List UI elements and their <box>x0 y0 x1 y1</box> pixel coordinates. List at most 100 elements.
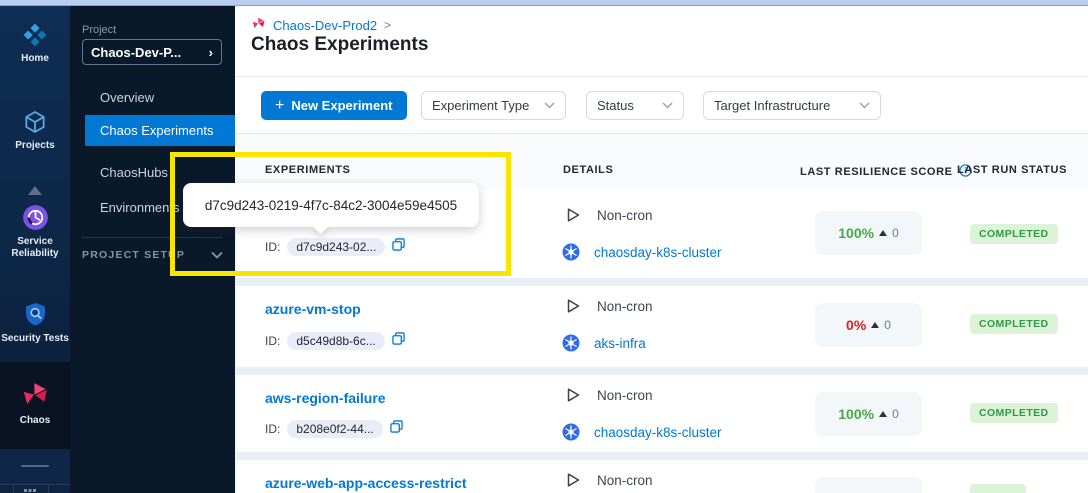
chevron-down-icon <box>662 102 673 109</box>
play-icon <box>565 387 581 403</box>
score-value: 100% <box>838 406 874 422</box>
title-divider <box>235 76 1088 77</box>
experiment-id-line: ID: d7c9d243-02... <box>265 238 405 256</box>
table-row[interactable]: azure-web-app-access-restrict Non-cron <box>236 460 1088 493</box>
rail-divider <box>21 465 49 467</box>
project-setup-toggle[interactable]: PROJECT SETUP <box>82 249 232 261</box>
play-icon <box>565 207 581 223</box>
experiment-id-pill[interactable]: d7c9d243-02... <box>287 238 385 256</box>
infrastructure-link[interactable]: chaosday-k8s-cluster <box>594 245 722 260</box>
resilience-score <box>815 477 922 493</box>
resilience-score: 0% 0 <box>815 303 922 347</box>
copy-icon[interactable] <box>392 238 405 256</box>
column-header-score: LAST RESILIENCE SCORE <box>800 164 972 180</box>
experiment-type-filter[interactable]: Experiment Type <box>421 91 566 120</box>
service-reliability-icon <box>22 204 49 236</box>
column-header-details: DETAILS <box>563 164 613 176</box>
chevron-right-icon: › <box>209 45 213 60</box>
sidebar-item-label: Overview <box>100 90 154 105</box>
rail-label-projects: Projects <box>0 140 70 152</box>
score-delta: 0 <box>892 226 899 240</box>
status-filter-label: Status <box>597 98 634 113</box>
schedule-line: Non-cron <box>565 207 653 223</box>
experiment-name-link[interactable]: azure-web-app-access-restrict <box>265 475 467 491</box>
experiment-id-pill[interactable]: b208e0f2-44... <box>287 420 382 438</box>
schedule-line: Non-cron <box>565 472 653 488</box>
kubernetes-icon <box>562 334 580 352</box>
projects-icon <box>22 109 48 140</box>
score-value: 100% <box>838 225 874 241</box>
resilience-score: 100% 0 <box>815 392 922 436</box>
infrastructure-line: aks-infra <box>562 334 646 352</box>
column-header-run-status: LAST RUN STATUS <box>957 164 1067 176</box>
new-experiment-label: New Experiment <box>291 98 392 113</box>
copy-icon[interactable] <box>390 420 403 438</box>
rail-bottom-bar <box>0 484 70 493</box>
rail-scroll-up[interactable] <box>0 182 70 200</box>
infrastructure-line: chaosday-k8s-cluster <box>562 423 722 441</box>
delta-up-icon <box>879 230 887 236</box>
sidebar-item-label: Environments <box>100 200 179 215</box>
status-badge: COMPLETED <box>970 403 1058 423</box>
sidebar-item-label: ChaosHubs <box>100 165 168 180</box>
page-title: Chaos Experiments <box>251 34 428 56</box>
module-rail: Home Projects Serv <box>0 6 70 493</box>
infrastructure-link[interactable]: chaosday-k8s-cluster <box>594 425 722 440</box>
rail-item-service-reliability[interactable]: Service Reliability <box>0 204 70 260</box>
infrastructure-line: chaosday-k8s-cluster <box>562 243 722 261</box>
app-window: Home Projects Serv <box>0 0 1088 493</box>
sidebar-item-chaos-experiments[interactable]: Chaos Experiments <box>85 115 235 146</box>
sidebar-item-overview[interactable]: Overview <box>70 84 235 112</box>
rail-footer-section <box>0 449 70 484</box>
security-tests-icon <box>22 301 49 333</box>
delta-up-icon <box>879 411 887 417</box>
kubernetes-icon <box>562 243 580 261</box>
target-infrastructure-filter[interactable]: Target Infrastructure <box>703 91 881 120</box>
status-filter[interactable]: Status <box>586 91 684 120</box>
rail-item-projects[interactable]: Projects <box>0 109 70 152</box>
status-badge <box>970 484 1026 493</box>
schedule-label: Non-cron <box>597 299 653 314</box>
schedule-label: Non-cron <box>597 208 653 223</box>
column-header-experiments: EXPERIMENTS <box>265 164 350 176</box>
experiment-id-line: ID: d5c49d8b-6c... <box>265 332 405 350</box>
sidebar-divider <box>82 237 222 238</box>
chevron-down-icon <box>211 251 223 259</box>
module-grid-icon[interactable] <box>24 488 36 493</box>
score-value: 0% <box>846 317 866 333</box>
infrastructure-link[interactable]: aks-infra <box>594 336 646 351</box>
project-setup-label: PROJECT SETUP <box>82 249 185 261</box>
resilience-score: 100% 0 <box>815 211 922 255</box>
table-row[interactable]: aws-region-failure ID: b208e0f2-44... No… <box>236 375 1088 452</box>
rail-label-home: Home <box>0 53 70 65</box>
project-sidebar: Project Chaos-Dev-P... › Overview Chaos … <box>70 6 235 493</box>
rail-item-chaos[interactable]: Chaos <box>0 380 70 427</box>
rail-label-chaos: Chaos <box>0 415 70 427</box>
id-tooltip-text: d7c9d243-0219-4f7c-84c2-3004e59e4505 <box>205 198 457 213</box>
table-row[interactable]: azure-vm-stop ID: d5c49d8b-6c... Non-cro… <box>236 286 1088 367</box>
rail-label-security-tests: Security Tests <box>0 333 70 345</box>
project-selector-value: Chaos-Dev-P... <box>91 45 181 60</box>
experiment-name-link[interactable]: azure-vm-stop <box>265 301 361 317</box>
breadcrumb-project-link[interactable]: Chaos-Dev-Prod2 <box>273 18 377 33</box>
chevron-down-icon <box>859 102 870 109</box>
new-experiment-button[interactable]: + New Experiment <box>261 91 407 120</box>
copy-icon[interactable] <box>392 332 405 350</box>
play-icon <box>565 298 581 314</box>
breadcrumb-separator: > <box>384 18 391 32</box>
project-selector[interactable]: Chaos-Dev-P... › <box>82 39 222 65</box>
id-label: ID: <box>265 422 280 436</box>
home-icon <box>22 22 48 53</box>
rail-item-security-tests[interactable]: Security Tests <box>0 301 70 345</box>
experiment-name-link[interactable]: aws-region-failure <box>265 390 386 406</box>
status-badge: COMPLETED <box>970 314 1058 334</box>
sidebar-item-label: Chaos Experiments <box>100 123 213 138</box>
experiment-id-line: ID: b208e0f2-44... <box>265 420 403 438</box>
kubernetes-icon <box>562 423 580 441</box>
experiment-id-pill[interactable]: d5c49d8b-6c... <box>287 332 384 350</box>
rail-bottom-divider <box>48 485 49 493</box>
project-label: Project <box>82 24 116 36</box>
table-header-row <box>235 134 1088 190</box>
rail-item-home[interactable]: Home <box>0 22 70 65</box>
schedule-line: Non-cron <box>565 298 653 314</box>
